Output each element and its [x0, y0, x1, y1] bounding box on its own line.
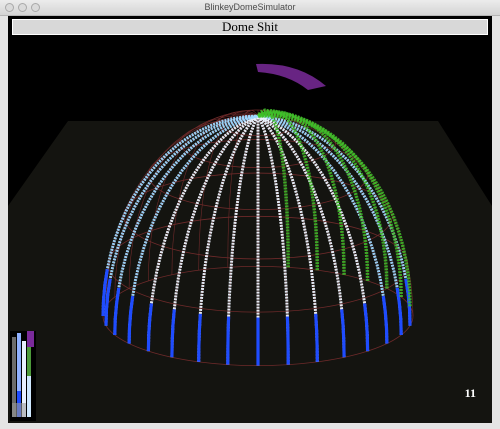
scene-title-bar: Dome Shit — [12, 19, 488, 35]
frame-counter: 11 — [464, 386, 476, 400]
strip-preview — [10, 331, 36, 421]
floor-plane — [8, 121, 492, 423]
app-window: BlinkeyDomeSimulator Dome Shit 11 — [0, 0, 500, 429]
window-titlebar[interactable]: BlinkeyDomeSimulator — [0, 0, 500, 16]
light-strip-blue-segment — [226, 316, 231, 365]
dome-scene — [8, 63, 492, 423]
light-strip-blue-segment — [197, 313, 202, 362]
dome-cap-purple — [256, 63, 326, 90]
light-strip-blue-segment — [285, 316, 290, 365]
light-strip-blue-segment — [314, 313, 319, 362]
window-title: BlinkeyDomeSimulator — [204, 2, 296, 12]
scene-title: Dome Shit — [222, 19, 278, 34]
render-viewport[interactable]: Dome Shit 11 — [8, 16, 492, 423]
